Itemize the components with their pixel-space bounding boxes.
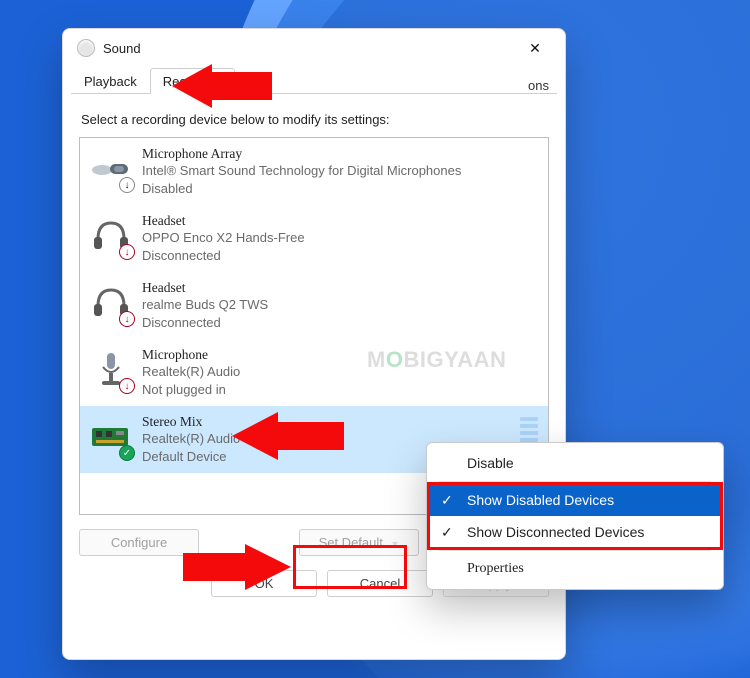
device-state: Default Device xyxy=(142,448,240,466)
chevron-down-icon: ▼ xyxy=(391,539,400,549)
device-row-headset-oppo[interactable]: ↓ Headset OPPO Enco X2 Hands-Free Discon… xyxy=(80,205,548,272)
tab-recording[interactable]: Recording xyxy=(150,68,235,94)
disabled-badge-icon: ↓ xyxy=(119,177,135,193)
window-title: Sound xyxy=(103,41,515,56)
device-name: Microphone xyxy=(142,347,240,363)
close-button[interactable]: ✕ xyxy=(515,33,555,63)
device-provider: OPPO Enco X2 Hands-Free xyxy=(142,229,305,247)
disconnected-badge-icon: ↓ xyxy=(119,244,135,260)
ok-button[interactable]: OK xyxy=(211,570,317,597)
context-menu: Disable ✓ Show Disabled Devices ✓ Show D… xyxy=(426,442,724,590)
device-provider: Realtek(R) Audio xyxy=(142,363,240,381)
tab-obscured-label: ons xyxy=(528,78,557,93)
menu-show-disabled-devices[interactable]: ✓ Show Disabled Devices xyxy=(427,484,723,516)
device-provider: realme Buds Q2 TWS xyxy=(142,296,268,314)
device-state: Disabled xyxy=(142,180,461,198)
device-row-headset-realme[interactable]: ↓ Headset realme Buds Q2 TWS Disconnecte… xyxy=(80,272,548,339)
titlebar: Sound ✕ xyxy=(63,29,565,67)
menu-properties[interactable]: Properties xyxy=(427,553,723,585)
tab-strip: Playback Recording ons xyxy=(71,67,557,94)
device-provider: Intel® Smart Sound Technology for Digita… xyxy=(142,162,461,180)
check-icon: ✓ xyxy=(441,524,453,541)
headset-icon: ↓ xyxy=(88,280,134,326)
sound-card-icon: ✓ xyxy=(88,414,134,460)
menu-separator xyxy=(439,550,711,551)
set-default-label: Set Default xyxy=(319,535,383,550)
device-name: Stereo Mix xyxy=(142,414,240,430)
menu-show-disconnected-devices[interactable]: ✓ Show Disconnected Devices xyxy=(427,516,723,548)
menu-label: Show Disconnected Devices xyxy=(467,524,644,540)
menu-label: Show Disabled Devices xyxy=(467,492,614,508)
microphone-array-icon: ↓ xyxy=(88,146,134,192)
tab-playback[interactable]: Playback xyxy=(71,68,150,94)
device-state: Disconnected xyxy=(142,314,268,332)
watermark-text: MOBIGYAAN xyxy=(367,347,506,373)
check-icon: ✓ xyxy=(441,492,453,509)
set-default-button[interactable]: Set Default ▼ xyxy=(299,529,419,556)
microphone-icon: ↓ xyxy=(88,347,134,393)
device-state: Disconnected xyxy=(142,247,305,265)
device-text: Microphone Array Intel® Smart Sound Tech… xyxy=(142,146,461,197)
device-name: Headset xyxy=(142,280,268,296)
device-name: Microphone Array xyxy=(142,146,461,162)
device-state: Not plugged in xyxy=(142,381,240,399)
device-provider: Realtek(R) Audio xyxy=(142,430,240,448)
menu-disable[interactable]: Disable xyxy=(427,447,723,479)
cancel-button[interactable]: Cancel xyxy=(327,570,433,597)
headset-icon: ↓ xyxy=(88,213,134,259)
sound-app-icon xyxy=(77,39,95,57)
menu-separator xyxy=(439,481,711,482)
instruction-text: Select a recording device below to modif… xyxy=(81,112,547,127)
device-name: Headset xyxy=(142,213,305,229)
configure-button[interactable]: Configure xyxy=(79,529,199,556)
device-row-microphone-array[interactable]: ↓ Microphone Array Intel® Smart Sound Te… xyxy=(80,138,548,205)
